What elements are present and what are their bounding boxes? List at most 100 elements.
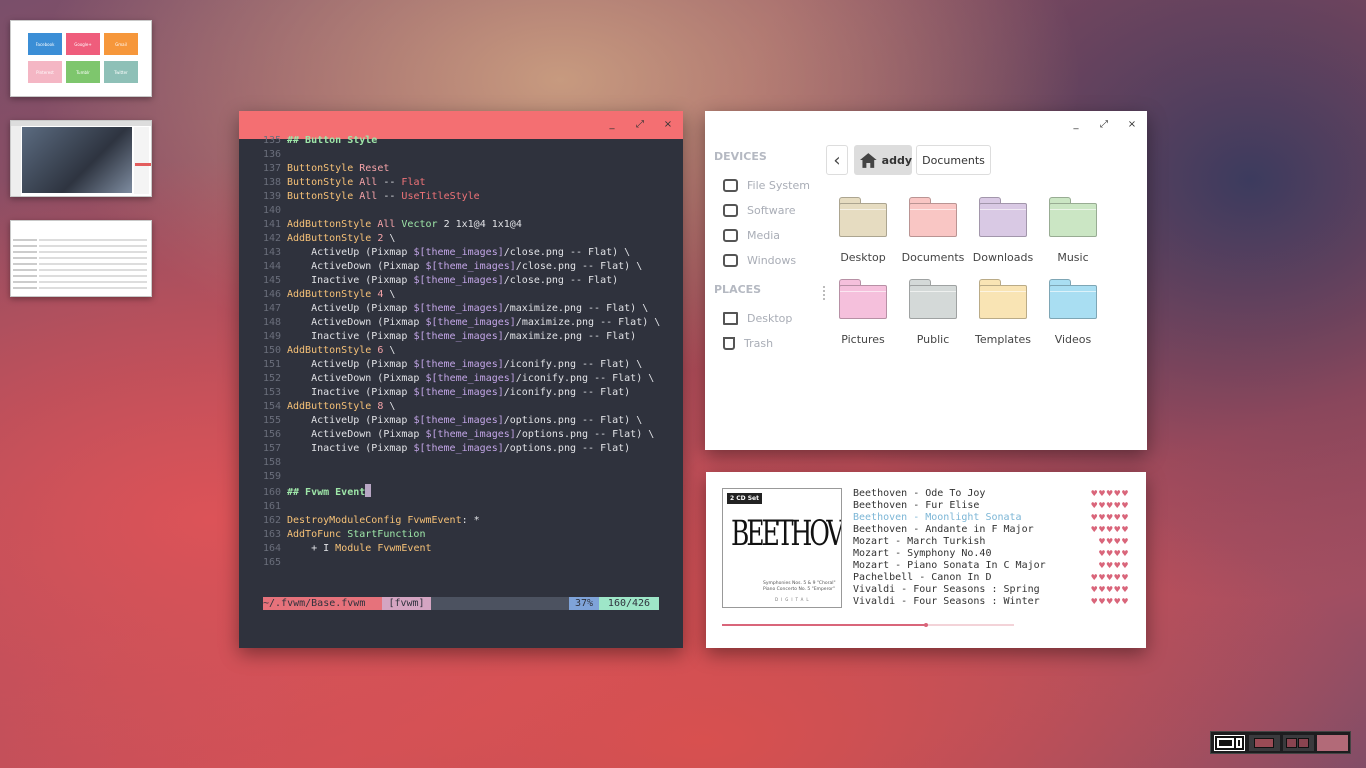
track-rating[interactable]: ♥♥♥♥♥ (1091, 512, 1129, 524)
progress-track[interactable] (722, 623, 1014, 627)
status-filetype: [fvwm] (382, 597, 431, 610)
track-title[interactable]: Beethoven - Fur Elise (853, 500, 979, 512)
track-rating[interactable]: ♥♥♥♥ (1098, 548, 1129, 560)
sidebar-item-label: Windows (747, 253, 797, 267)
progress-handle[interactable] (924, 623, 928, 627)
track-title[interactable]: Pachelbell - Canon In D (853, 572, 991, 584)
code-token: FvwmEvent (371, 543, 432, 554)
track-title[interactable]: Mozart - March Turkish (853, 536, 985, 548)
sidebar-item-software[interactable]: Software (723, 201, 796, 219)
workspace-3-window (1298, 738, 1309, 748)
line-number: 163 (263, 529, 282, 540)
line-number: 157 (263, 443, 282, 454)
folder-music[interactable]: Music (1039, 197, 1107, 264)
sidebar-item-trash[interactable]: Trash (723, 334, 773, 352)
code-line: 154 AddButtonStyle 8 \ (263, 400, 660, 414)
workspace-3[interactable] (1283, 735, 1314, 751)
code-token: $[theme_images] (413, 415, 504, 426)
fm-minimize-icon[interactable]: _ (1067, 111, 1085, 137)
code-token: Inactive (Pixmap (287, 387, 414, 398)
line-number: 151 (263, 359, 282, 370)
back-button[interactable]: ‹ (826, 145, 848, 175)
folder-videos[interactable]: Videos (1039, 279, 1107, 346)
workspace-4[interactable] (1317, 735, 1348, 751)
track-title[interactable]: Mozart - Piano Sonata In C Major (853, 560, 1046, 572)
drive-icon (723, 228, 738, 242)
editor-window: _ ⤢ × 135 ## Button Style 136 137 ButtonStyl… (239, 111, 683, 648)
track-title[interactable]: Vivaldi - Four Seasons : Winter (853, 596, 1040, 608)
close-icon[interactable]: × (659, 111, 677, 137)
album-label: DIGITAL (775, 597, 812, 602)
editor-text-area[interactable]: 135 ## Button Style 136 137 ButtonStyle Rese… (263, 134, 660, 570)
workspace-2[interactable] (1249, 735, 1280, 751)
code-token: ActiveUp (Pixmap (287, 415, 414, 426)
sidebar-item-windows[interactable]: Windows (723, 251, 796, 269)
code-token: 2 (371, 233, 384, 244)
workspace-1-window (1217, 738, 1234, 748)
track-title[interactable]: Beethoven - Andante in F Major (853, 524, 1034, 536)
track-rating[interactable]: ♥♥♥♥♥ (1091, 596, 1129, 608)
folder-pictures[interactable]: Pictures (829, 279, 897, 346)
drive-icon (723, 178, 738, 192)
sidebar-item-media[interactable]: Media (723, 226, 780, 244)
code-line: 145 Inactive (Pixmap $[theme_images]/clo… (263, 274, 660, 288)
folder-label: Templates (975, 333, 1031, 346)
folder-desktop[interactable]: Desktop (829, 197, 897, 264)
thumb-sidebar (11, 126, 21, 196)
workspace-3-window (1286, 738, 1297, 748)
track-title[interactable]: Mozart - Symphony No.40 (853, 548, 991, 560)
desktop-thumbnail-3[interactable] (10, 220, 152, 297)
track-title[interactable]: Beethoven - Ode To Joy (853, 488, 985, 500)
track-rating[interactable]: ♥♥♥♥♥ (1091, 488, 1129, 500)
code-token: \ (383, 233, 396, 244)
code-token: $[theme_images] (413, 443, 504, 454)
folder-documents[interactable]: Documents (899, 197, 967, 264)
code-line: 139 ButtonStyle All -- UseTitleStyle (263, 190, 660, 204)
code-token: /close.png -- Flat) \ (503, 247, 631, 258)
code-token: 2 1x1@4 1x1@4 (437, 219, 522, 230)
track-rating[interactable]: ♥♥♥♥ (1098, 560, 1129, 572)
track-rating[interactable]: ♥♥♥♥♥ (1091, 500, 1129, 512)
desktop-thumbnail-1[interactable]: Facebook Google+ Gmail Pinterest Tumblr Twitt… (10, 20, 152, 97)
fm-close-icon[interactable]: × (1123, 111, 1141, 137)
line-number: 139 (263, 191, 282, 202)
breadcrumb-documents[interactable]: Documents (916, 145, 991, 175)
workspace-1[interactable] (1214, 735, 1245, 751)
code-token: Flat (401, 177, 426, 188)
track-rating[interactable]: ♥♥♥♥ (1098, 536, 1129, 548)
track-rating[interactable]: ♥♥♥♥♥ (1091, 572, 1129, 584)
desktop-thumbnail-2[interactable] (10, 120, 152, 197)
code-line: 141 AddButtonStyle All Vector 2 1x1@4 1x1… (263, 218, 660, 232)
folder-label: Videos (1054, 333, 1092, 346)
code-token: Module (335, 543, 372, 554)
sidebar-item-desktop[interactable]: Desktop (723, 309, 792, 327)
folder-label: Desktop (840, 251, 886, 264)
code-line: 148 ActiveDown (Pixmap $[theme_images]/m… (263, 316, 660, 330)
code-line: 161 (263, 500, 660, 514)
code-token: Vector (395, 219, 438, 230)
album-cover: 2 CD Set BEETHOVEN Symphonies Nos. 5 & 9… (722, 488, 842, 608)
folder-public[interactable]: Public (899, 279, 967, 346)
code-token: 6 (371, 345, 384, 356)
line-number: 162 (263, 515, 282, 526)
track-title[interactable]: Beethoven - Moonlight Sonata (853, 512, 1022, 524)
thumb-accent (135, 163, 151, 166)
folder-templates[interactable]: Templates (969, 279, 1037, 346)
file-manager-window: _ ⤢ × DEVICES File System Software Media… (705, 111, 1147, 450)
code-token: /maximize.png -- Flat) \ (503, 303, 649, 314)
track-rating[interactable]: ♥♥♥♥♥ (1091, 524, 1129, 536)
breadcrumb-home[interactable]: addy (854, 145, 912, 175)
fm-maximize-icon[interactable]: ⤢ (1095, 111, 1113, 137)
track-rating[interactable]: ♥♥♥♥♥ (1091, 584, 1129, 596)
track-title[interactable]: Vivaldi - Four Seasons : Spring (853, 584, 1040, 596)
album-title: BEETHOVEN (731, 513, 842, 554)
text-cursor (365, 484, 372, 497)
sidebar-item-file-system[interactable]: File System (723, 176, 810, 194)
code-token: ## Button Style (287, 135, 378, 146)
code-token: AddToFunc (287, 529, 342, 540)
sidebar-resize-handle[interactable] (823, 286, 825, 300)
folder-downloads[interactable]: Downloads (969, 197, 1037, 264)
code-token: : * (461, 515, 480, 526)
code-token: \ (383, 345, 396, 356)
folder-icon (839, 197, 887, 237)
